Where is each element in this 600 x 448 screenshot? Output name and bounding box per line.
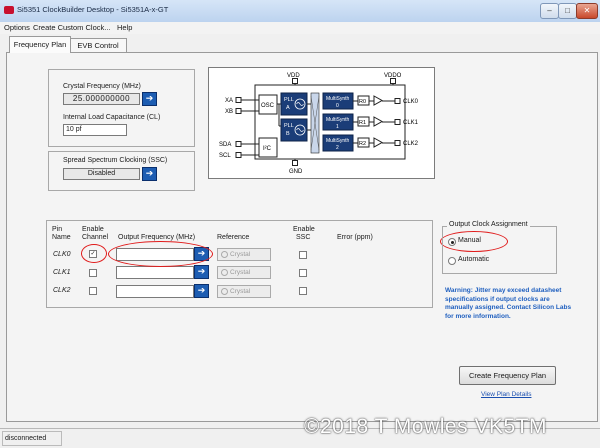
arrow-right-icon: ➔	[197, 266, 206, 276]
enable-ssc-clk1-checkbox[interactable]	[299, 269, 307, 277]
crystal-frequency-field[interactable]: 25.000000000	[63, 93, 140, 105]
connection-status: disconnected	[2, 431, 62, 446]
arrow-right-icon: ➔	[145, 168, 154, 178]
header-reference: Reference	[217, 234, 250, 241]
pll-b-letter: B	[286, 131, 290, 137]
close-button[interactable]: ✕	[576, 3, 598, 19]
reference-clk2-radio[interactable]: Crystal	[217, 285, 271, 298]
svg-text:MultiSynth: MultiSynth	[326, 96, 350, 102]
ssc-label: Spread Spectrum Clocking (SSC)	[63, 157, 168, 164]
ssc-apply-button[interactable]: ➔	[142, 167, 157, 181]
window-title: Si5351 ClockBuilder Desktop - Si5351A-x-…	[17, 5, 169, 14]
svg-text:CLK0: CLK0	[403, 99, 419, 105]
sda-pin-label: SDA	[219, 142, 231, 148]
header-enable-1: Enable	[82, 226, 104, 233]
header-enable-2: Channel	[82, 234, 109, 241]
menu-help[interactable]: Help	[117, 23, 132, 32]
radio-icon	[221, 250, 228, 258]
svg-text:R0: R0	[359, 99, 366, 105]
pll-a-letter: A	[286, 105, 290, 111]
tab-evb-control[interactable]: EVB Control	[69, 38, 127, 53]
view-plan-details-link[interactable]: View Plan Details	[481, 391, 531, 398]
reference-clk1-label: Crystal	[230, 269, 251, 276]
vdd-pin-label: VDD	[287, 73, 300, 79]
radio-icon	[221, 287, 228, 295]
row-pin-clk2: CLK2	[53, 287, 71, 294]
reference-clk2-label: Crystal	[230, 288, 251, 295]
jitter-warning: Warning: Jitter may exceed datasheet spe…	[445, 287, 572, 320]
enable-ssc-clk0-checkbox[interactable]	[299, 251, 307, 259]
menu-options[interactable]: Options	[4, 23, 30, 32]
automatic-label: Automatic	[458, 256, 490, 263]
apply-clk1-button[interactable]: ➔	[194, 265, 209, 279]
create-frequency-plan-button[interactable]: Create Frequency Plan	[459, 366, 556, 385]
gnd-pin-label: GND	[289, 169, 303, 175]
svg-text:1: 1	[336, 124, 339, 130]
header-pin-2: Name	[52, 234, 71, 241]
pll-b-label: PLL	[284, 123, 294, 129]
xb-pin-label: XB	[225, 109, 233, 115]
scl-pin-label: SCL	[219, 153, 231, 159]
reference-clk0-label: Crystal	[230, 251, 251, 258]
load-capacitance-select[interactable]: 10 pf	[63, 124, 127, 136]
xa-pin-label: XA	[225, 98, 233, 104]
highlight-enable-clk0	[81, 244, 107, 263]
vddo-pin-label: VDDO	[384, 73, 402, 79]
manual-radio[interactable]	[448, 238, 456, 246]
crystal-frequency-label: Crystal Frequency (MHz)	[63, 83, 141, 90]
svg-text:MultiSynth: MultiSynth	[326, 117, 350, 123]
header-pin-1: Pin	[52, 226, 63, 233]
radio-icon	[221, 268, 228, 276]
osc-label: OSC	[261, 103, 275, 109]
reference-clk0-radio[interactable]: Crystal	[217, 248, 271, 261]
arrow-right-icon: ➔	[145, 93, 154, 103]
enable-ssc-clk2-checkbox[interactable]	[299, 287, 307, 295]
tab-frequency-plan[interactable]: Frequency Plan	[9, 36, 71, 53]
enable-channel-clk2-checkbox[interactable]	[89, 287, 97, 295]
minimize-button[interactable]: –	[540, 3, 559, 19]
svg-text:CLK2: CLK2	[403, 141, 419, 147]
svg-text:R2: R2	[359, 141, 366, 147]
automatic-radio[interactable]	[448, 257, 456, 265]
svg-text:CLK1: CLK1	[403, 120, 419, 126]
svg-text:0: 0	[336, 103, 339, 109]
copyright-watermark: ©2018 T Mowles VK5TM	[304, 415, 547, 438]
header-output-frequency: Output Frequency (MHz)	[118, 234, 196, 241]
output-clock-assignment-group	[442, 226, 557, 274]
arrow-right-icon: ➔	[197, 285, 206, 295]
row-pin-clk1: CLK1	[53, 269, 71, 276]
menu-bar: Options Create Custom Clock... Help	[0, 22, 600, 34]
output-frequency-clk1-input[interactable]	[116, 266, 194, 279]
app-window: Si5351 ClockBuilder Desktop - Si5351A-x-…	[0, 0, 600, 448]
assignment-title: Output Clock Assignment	[447, 221, 530, 228]
load-capacitance-label: Internal Load Capacitance (CL)	[63, 114, 161, 121]
ssc-field[interactable]: Disabled	[63, 168, 140, 180]
output-frequency-clk2-input[interactable]	[116, 285, 194, 298]
header-error: Error (ppm)	[337, 234, 373, 241]
apply-clk2-button[interactable]: ➔	[194, 284, 209, 298]
svg-text:2: 2	[336, 145, 339, 151]
row-pin-clk0: CLK0	[53, 251, 71, 258]
app-icon	[4, 6, 14, 14]
manual-label: Manual	[458, 237, 481, 244]
pll-a-label: PLL	[284, 97, 294, 103]
crystal-apply-button[interactable]: ➔	[142, 92, 157, 106]
svg-text:MultiSynth: MultiSynth	[326, 138, 350, 144]
menu-create-custom-clock[interactable]: Create Custom Clock...	[33, 23, 111, 32]
header-ssc-2: SSC	[296, 234, 311, 241]
title-bar: Si5351 ClockBuilder Desktop - Si5351A-x-…	[0, 0, 600, 23]
block-diagram-svg: VDD VDDO GND XA XB SDA SCL OSC I²C PLL A…	[219, 73, 419, 175]
header-ssc-1: Enable	[293, 226, 315, 233]
load-capacitance-value: 10 pf	[66, 126, 82, 133]
enable-channel-clk1-checkbox[interactable]	[89, 269, 97, 277]
block-diagram: VDD VDDO GND XA XB SDA SCL OSC I²C PLL A…	[208, 67, 435, 179]
highlight-frequency-clk0	[108, 241, 213, 267]
i2c-label: I²C	[263, 146, 272, 152]
reference-clk1-radio[interactable]: Crystal	[217, 266, 271, 279]
maximize-button[interactable]: □	[558, 3, 577, 19]
svg-text:R1: R1	[359, 120, 366, 126]
